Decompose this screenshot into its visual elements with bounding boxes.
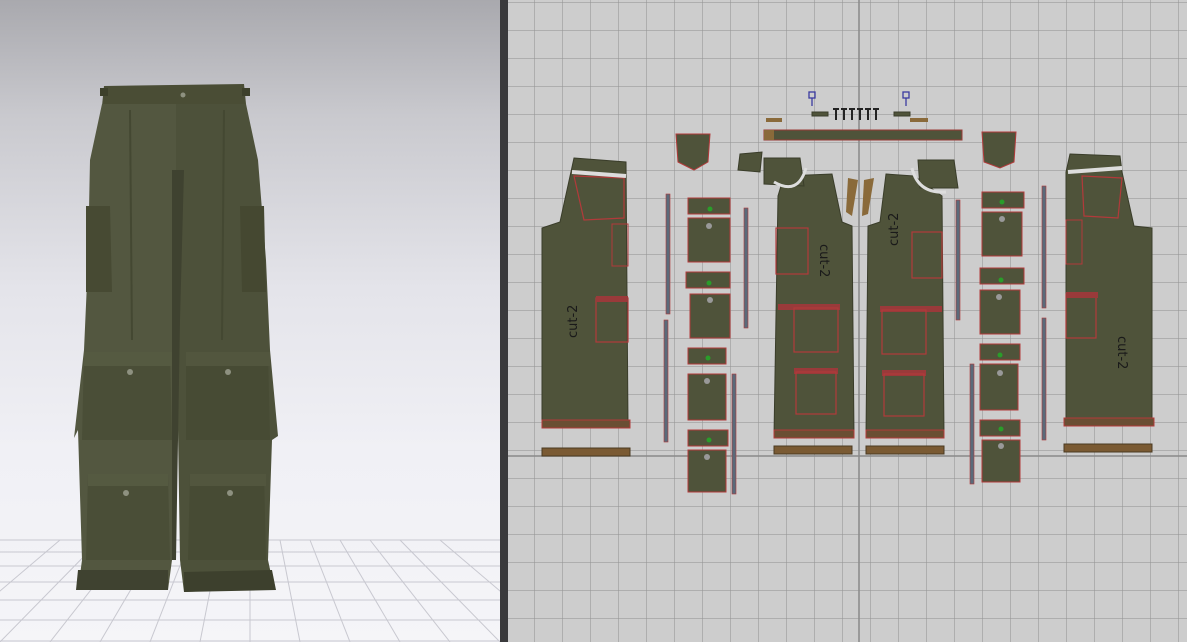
pattern-piece-front-left[interactable]: cut-2 [541,157,631,429]
pattern-label-front-left: cut-2 [566,305,581,338]
pattern-label-back-right: cut-2 [1114,336,1129,369]
pattern-piece-hem-right[interactable] [1063,443,1153,453]
3d-scene [0,84,500,642]
2d-pattern-viewport[interactable]: cut-2 cut-2 cut-2 cut-2 [508,0,1187,642]
pocket-pieces-right-column[interactable] [979,191,1025,483]
pattern-canvas: cut-2 cut-2 cut-2 cut-2 [508,0,1187,642]
pattern-piece-hem-left[interactable] [541,447,631,457]
pocket-pieces-left-column[interactable] [685,197,731,493]
pattern-label-front-mid-left: cut-2 [816,244,831,277]
pattern-piece-hem-mid-right[interactable] [865,445,945,455]
belt-loops[interactable] [833,108,879,120]
viewport-divider[interactable] [500,0,508,642]
pattern-piece-front-mid-right[interactable]: cut-2 [865,173,945,439]
pattern-piece-front-mid-left[interactable]: cut-2 [773,173,855,439]
3d-viewport[interactable] [0,0,500,642]
pattern-label-front-mid-right: cut-2 [887,213,902,246]
pattern-piece-hem-mid-left[interactable] [773,445,853,455]
pattern-piece-back-right[interactable]: cut-2 [1063,153,1155,427]
cargo-pants-model[interactable] [74,84,278,592]
pattern-piece-tab-left[interactable] [764,130,774,140]
